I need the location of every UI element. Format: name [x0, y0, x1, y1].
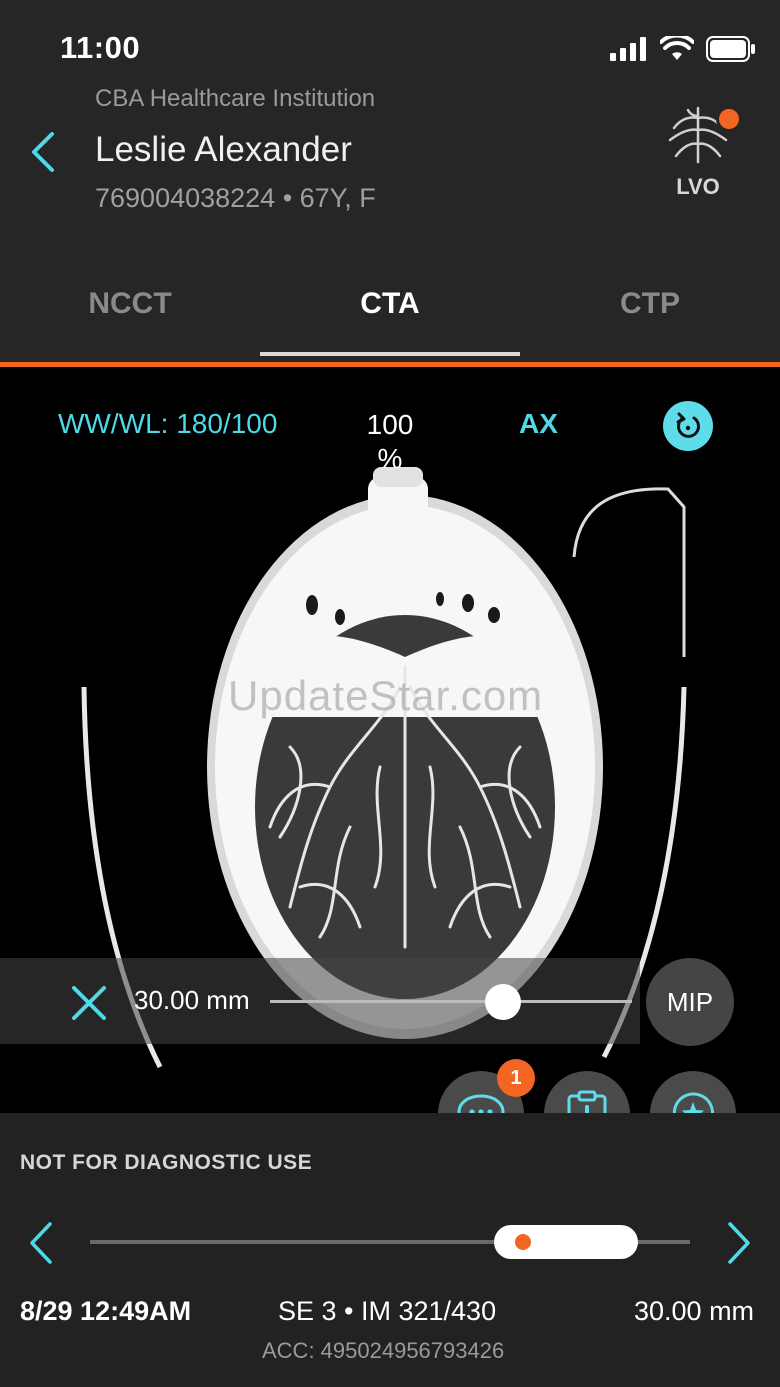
mip-slider-track[interactable] [270, 1000, 632, 1003]
mip-thickness-value: 30.00 mm [134, 985, 250, 1015]
disclaimer-label: NOT FOR DIAGNOSTIC USE [20, 1151, 313, 1174]
study-date: 8/29 12:49AM [20, 1296, 192, 1326]
previous-series-button[interactable] [22, 1220, 62, 1266]
institution-name: CBA Healthcare Institution [95, 85, 376, 112]
tab-cta[interactable]: CTA [260, 260, 520, 360]
status-time: 11:00 [60, 30, 141, 65]
tab-ctp[interactable]: CTP [520, 260, 780, 360]
comments-badge: 1 [497, 1059, 535, 1097]
close-icon [72, 986, 106, 1020]
close-mip-button[interactable] [68, 982, 110, 1024]
battery-icon [706, 36, 755, 62]
watermark-text: UpdateStar.com [228, 672, 544, 719]
lvo-alert-dot [716, 106, 742, 132]
patient-meta: 769004038224 • 67Y, F [95, 183, 376, 213]
lvo-indicator[interactable]: LVO [660, 100, 742, 210]
zoom-value: 100 [366, 409, 414, 440]
status-icons [610, 36, 756, 62]
chevron-right-icon [728, 1222, 750, 1264]
patient-name: Leslie Alexander [95, 130, 352, 169]
accession-number: ACC: 495024956793426 [262, 1338, 505, 1363]
reset-view-button[interactable] [663, 401, 713, 451]
mip-button[interactable]: MIP [646, 958, 734, 1046]
back-button[interactable] [20, 128, 68, 176]
mip-slider-thumb[interactable] [485, 984, 521, 1020]
rotate-reset-icon [676, 412, 700, 438]
signal-icon [610, 37, 646, 61]
next-series-button[interactable] [718, 1220, 758, 1266]
chevron-left-icon [30, 1222, 52, 1264]
chevron-left-icon [32, 132, 54, 172]
tab-ncct[interactable]: NCCT [0, 260, 260, 360]
wifi-icon [660, 36, 694, 60]
series-image-index: SE 3 • IM 321/430 [278, 1296, 497, 1326]
series-current-dot [515, 1234, 531, 1250]
modality-tabs: NCCT CTA CTP [0, 260, 780, 360]
zoom-readout: 100 % [355, 408, 425, 476]
zoom-unit: % [377, 443, 403, 474]
orientation-button[interactable]: AX [519, 408, 558, 440]
lvo-label: LVO [676, 174, 720, 199]
slice-thickness: 30.00 mm [634, 1296, 755, 1326]
window-level-readout[interactable]: WW/WL: 180/100 [58, 408, 277, 440]
